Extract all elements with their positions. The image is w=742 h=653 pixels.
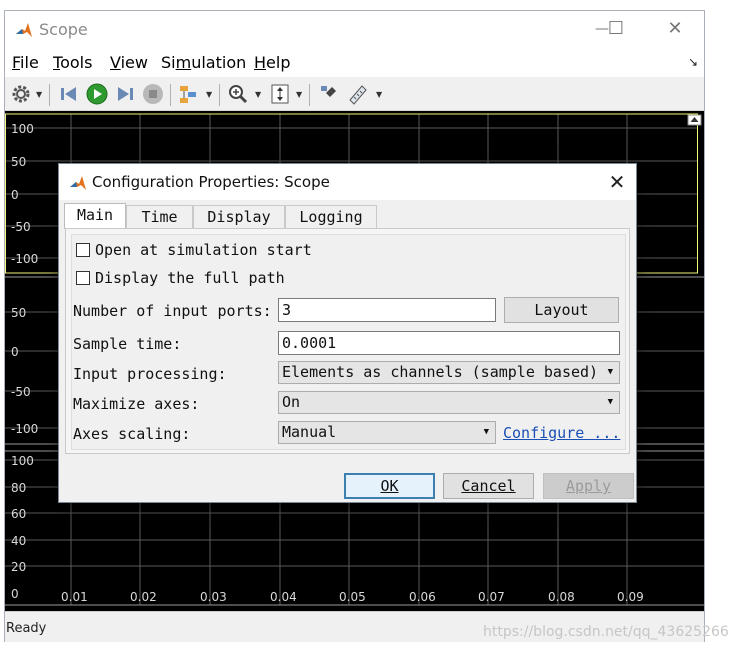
num-ports-label: Number of input ports: [73,302,272,320]
chevron-down-icon[interactable]: ▼ [376,90,382,99]
chevron-down-icon[interactable]: ▼ [206,90,212,99]
ok-button-label: OK [380,477,399,495]
measurements-icon[interactable] [347,83,369,105]
y-tick-label: 20 [11,560,26,574]
dialog-title-bar: Configuration Properties: Scope ✕ [59,164,636,200]
cancel-button-label: Cancel [461,477,516,495]
y-tick-label: 100 [11,122,34,136]
undock-icon[interactable] [687,114,702,126]
run-icon[interactable] [86,83,108,105]
open-at-start-checkbox[interactable] [76,243,90,257]
apply-button[interactable]: Apply [543,473,634,499]
ok-button[interactable]: OK [344,473,435,499]
tab-main[interactable]: Main [64,203,126,229]
y-tick-label: 0 [11,188,19,202]
tab-logging[interactable]: Logging [285,205,377,228]
x-tick-label: 0.08 [548,590,575,604]
x-tick-label: 0.03 [200,590,227,604]
step-back-icon[interactable] [58,83,80,105]
signal-selector-icon[interactable] [178,83,200,105]
tab-display[interactable]: Display [193,205,285,228]
sample-time-input[interactable]: 0.0001 [278,331,620,355]
x-tick-label: 0.09 [617,590,644,604]
y-tick-label: 0 [11,587,19,601]
apply-button-label: Apply [565,477,612,495]
chevron-down-icon[interactable]: ▼ [255,90,261,99]
input-processing-value: Elements as channels (sample based) [282,363,599,381]
y-tick-label: -100 [11,422,38,436]
main-settings-group: Open at simulation start Display the ful… [71,234,626,450]
y-tick-label: 100 [11,454,34,468]
configure-link[interactable]: Configure ... [503,424,620,442]
x-tick-label: 0.01 [61,590,88,604]
matlab-logo-icon [70,176,86,190]
scale-axes-icon[interactable] [269,83,291,105]
window-title: Scope [39,20,88,39]
axes-scaling-select[interactable]: Manual ▼ [278,421,496,444]
open-at-start-label: Open at simulation start [95,241,312,259]
menu-simulation[interactable]: Simulation [161,53,246,72]
gear-icon[interactable] [10,83,32,105]
display-full-path-checkbox[interactable] [76,271,90,285]
main-tab-panel: Open at simulation start Display the ful… [65,228,630,454]
chevron-down-icon: ▼ [607,397,613,407]
input-processing-label: Input processing: [73,365,227,383]
axes-scaling-label: Axes scaling: [73,425,191,443]
matlab-logo-icon [16,23,32,37]
menu-file[interactable]: File [12,53,39,72]
input-processing-select[interactable]: Elements as channels (sample based) ▼ [278,361,620,384]
dialog-title: Configuration Properties: Scope [92,173,330,191]
x-tick-label: 0.06 [409,590,436,604]
sample-time-label: Sample time: [73,335,182,353]
menu-view[interactable]: View [110,53,148,72]
maximize-axes-label: Maximize axes: [73,395,200,413]
y-tick-label: -50 [11,385,31,399]
num-ports-input[interactable]: 3 [278,298,496,322]
y-tick-label: 50 [11,155,26,169]
y-tick-label: 50 [11,306,26,320]
y-tick-label: 40 [11,534,26,548]
y-tick-label: 80 [11,481,26,495]
y-tick-label: 60 [11,507,26,521]
dock-arrow-icon[interactable]: ↘ [688,55,698,69]
status-text: Ready [6,621,47,636]
tab-time[interactable]: Time [126,205,193,228]
chevron-down-icon: ▼ [607,367,613,377]
config-dialog: Configuration Properties: Scope ✕ Main T… [58,163,637,503]
y-tick-label: 0 [11,345,19,359]
maximize-axes-value: On [282,393,301,411]
layout-button[interactable]: Layout [504,297,619,323]
x-tick-label: 0.07 [478,590,505,604]
chevron-down-icon[interactable]: ▼ [296,90,302,99]
x-tick-label: 0.04 [270,590,297,604]
axes-scaling-value: Manual [282,423,337,441]
watermark: https://blog.csdn.net/qq_43625266 [483,624,729,640]
dialog-close-button[interactable]: ✕ [605,168,629,196]
x-tick-label: 0.05 [339,590,366,604]
display-full-path-label: Display the full path [95,269,285,287]
chevron-down-icon: ▼ [483,427,489,437]
maximize-button[interactable]: ☐ [601,15,631,43]
cancel-button[interactable]: Cancel [443,473,534,499]
maximize-axes-select[interactable]: On ▼ [278,391,620,414]
menu-help[interactable]: Help [254,53,290,72]
y-tick-label: -50 [11,220,31,234]
close-button[interactable]: ✕ [660,15,690,43]
zoom-icon[interactable] [227,83,249,105]
chevron-down-icon[interactable]: ▼ [36,90,42,99]
step-forward-icon[interactable] [114,83,136,105]
title-bar: Scope — ☐ ✕ [5,11,704,49]
y-tick-label: -100 [11,252,38,266]
menu-bar: File Tools View Simulation Help ↘ [5,49,704,77]
highlight-block-icon[interactable] [318,83,340,105]
menu-tools[interactable]: Tools [53,53,92,72]
toolbar: ▼ ▼ ▼ ▼ ▼ [5,77,704,111]
x-tick-label: 0.02 [130,590,157,604]
stop-icon[interactable] [142,83,164,105]
